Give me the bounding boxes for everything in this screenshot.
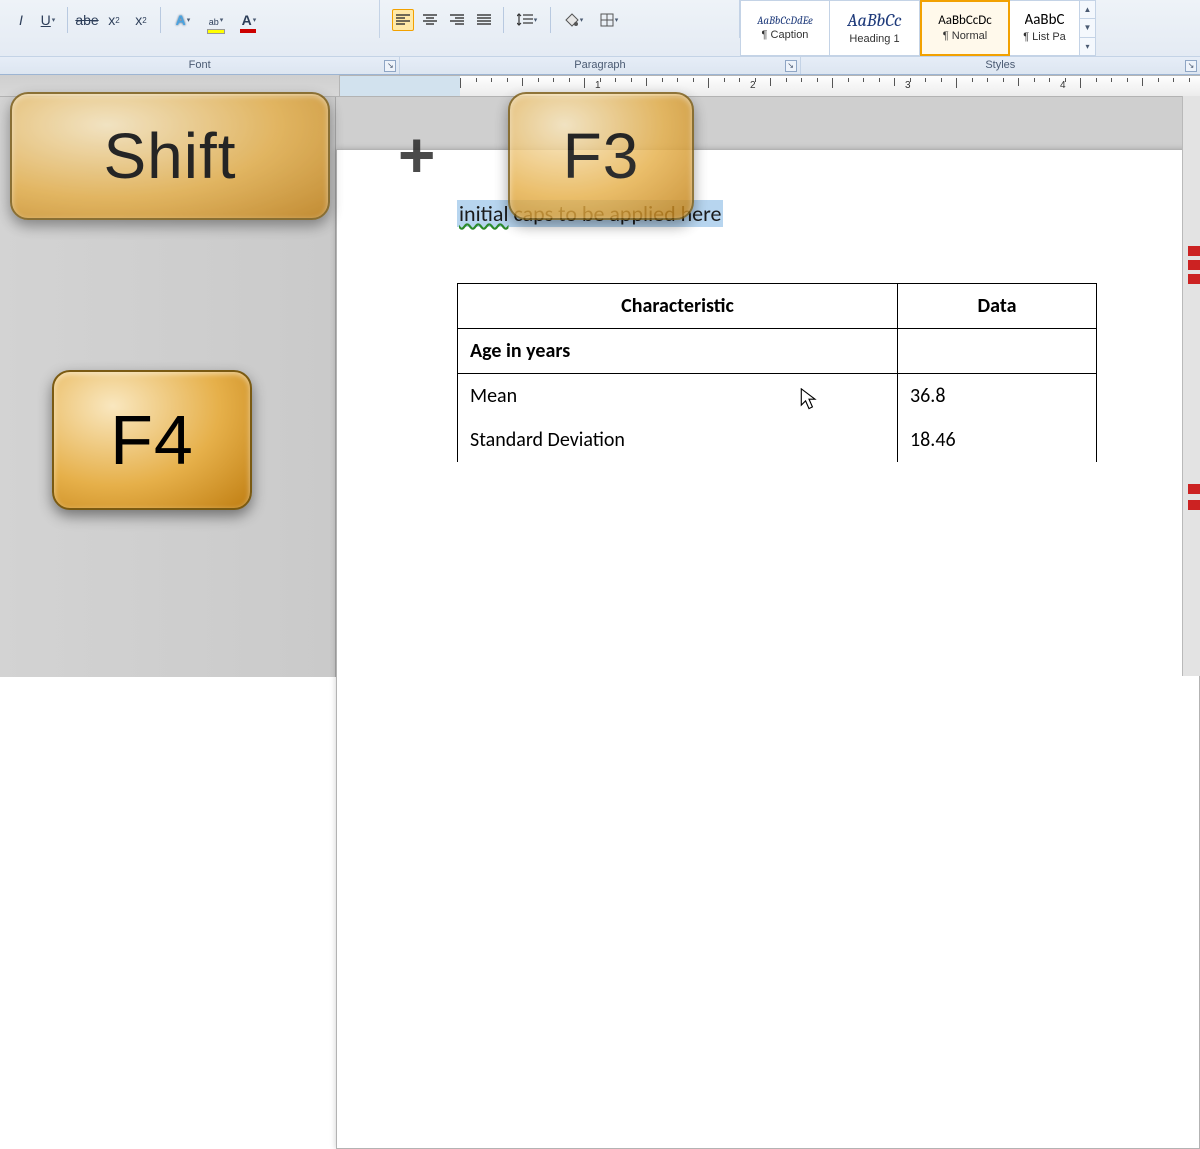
- shading-button[interactable]: ▾: [559, 9, 589, 31]
- underline-button[interactable]: U▾: [37, 9, 59, 31]
- styles-dialog-launcher[interactable]: ↘: [1185, 60, 1197, 72]
- horizontal-ruler[interactable]: /*ticks generated below via JS after bin…: [340, 75, 1200, 96]
- line-spacing-button[interactable]: ▾: [512, 9, 542, 31]
- style-heading1[interactable]: AaBbCc Heading 1: [830, 0, 920, 56]
- borders-button[interactable]: ▾: [594, 9, 624, 31]
- justify-button[interactable]: [473, 9, 495, 31]
- table-row: Age in years: [458, 329, 1097, 374]
- table-row: Standard Deviation 18.46: [458, 418, 1097, 462]
- styles-more-icon[interactable]: ▾: [1080, 38, 1095, 55]
- align-left-button[interactable]: [392, 9, 414, 31]
- text-effects-button[interactable]: A▾: [169, 9, 197, 31]
- vertical-scrollbar[interactable]: [1182, 96, 1200, 676]
- superscript-button[interactable]: x2: [130, 9, 152, 31]
- styles-group-label: Styles ↘: [801, 57, 1200, 74]
- table-header-row: Characteristic Data: [458, 284, 1097, 329]
- cursor-icon: [800, 388, 818, 412]
- font-group-label: Font ↘: [0, 57, 400, 74]
- styles-gallery: AaBbCcDdEe ¶ Caption AaBbCc Heading 1 Aa…: [740, 0, 1096, 56]
- scroll-mark-icon: [1188, 500, 1200, 510]
- scroll-mark-icon: [1188, 260, 1200, 270]
- paragraph-group: ▾ ▾ ▾: [380, 0, 740, 38]
- font-dialog-launcher[interactable]: ↘: [384, 60, 396, 72]
- keycap-shift: Shift: [10, 92, 330, 220]
- col-characteristic: Characteristic: [458, 284, 898, 329]
- scroll-mark-icon: [1188, 484, 1200, 494]
- style-caption[interactable]: AaBbCcDdEe ¶ Caption: [740, 0, 830, 56]
- styles-scroll[interactable]: ▲ ▼ ▾: [1080, 0, 1096, 56]
- styles-up-icon[interactable]: ▲: [1080, 1, 1095, 19]
- keycap-f3: F3: [508, 92, 694, 220]
- table-row: Mean 36.8: [458, 374, 1097, 419]
- highlight-button[interactable]: ab ▾: [202, 9, 230, 31]
- strikethrough-button[interactable]: abe: [76, 9, 98, 31]
- document-table[interactable]: Characteristic Data Age in years Mean 36…: [457, 283, 1097, 462]
- style-list-paragraph[interactable]: AaBbC ¶ List Pa: [1010, 0, 1080, 56]
- paragraph-group-label: Paragraph ↘: [400, 57, 800, 74]
- style-normal[interactable]: AaBbCcDc ¶ Normal: [920, 0, 1010, 56]
- keycap-f4: F4: [52, 370, 252, 510]
- italic-button[interactable]: I: [10, 9, 32, 31]
- plus-icon: +: [398, 118, 435, 192]
- scroll-mark-icon: [1188, 274, 1200, 284]
- ribbon: I U▾ abe x2 x2 A▾ ab ▾ A ▾: [0, 0, 1200, 75]
- subscript-button[interactable]: x2: [103, 9, 125, 31]
- align-right-button[interactable]: [446, 9, 468, 31]
- align-center-button[interactable]: [419, 9, 441, 31]
- scroll-mark-icon: [1188, 246, 1200, 256]
- styles-down-icon[interactable]: ▼: [1080, 19, 1095, 37]
- font-color-button[interactable]: A ▾: [235, 9, 263, 31]
- col-data: Data: [898, 284, 1097, 329]
- paragraph-dialog-launcher[interactable]: ↘: [785, 60, 797, 72]
- font-group: I U▾ abe x2 x2 A▾ ab ▾ A ▾: [0, 0, 380, 38]
- document-page[interactable]: initial caps to be applied here Characte…: [336, 149, 1200, 1149]
